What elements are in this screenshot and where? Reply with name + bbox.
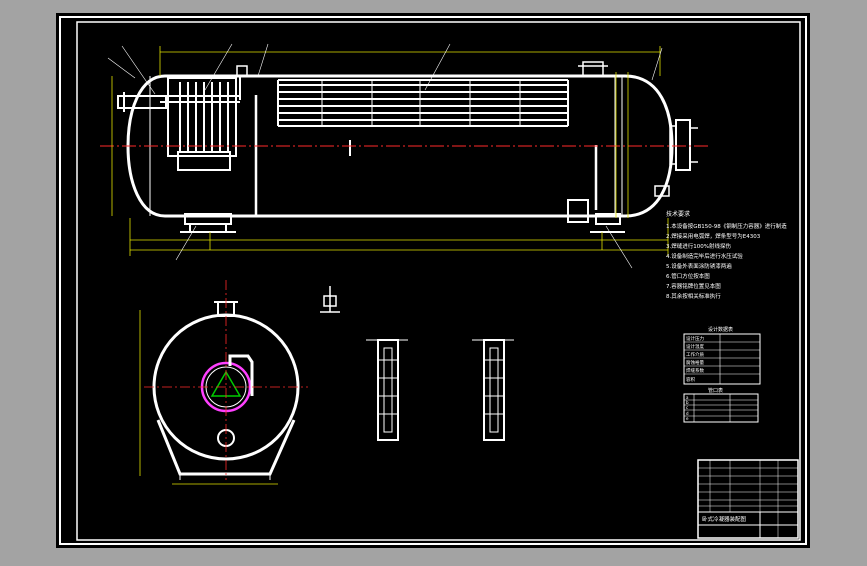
design-data-row: 容积 — [686, 376, 695, 383]
design-data-row: 焊缝系数 — [686, 367, 704, 374]
tech-req-line: 5.设备外表面涂防锈漆两遍 — [666, 262, 732, 270]
design-data-row: 工作介质 — [686, 351, 704, 358]
tech-req-line: 6.管口方位按本图 — [666, 272, 710, 280]
design-data-row: 腐蚀裕量 — [686, 359, 704, 366]
tech-req-line: 3.焊缝进行100%射线探伤 — [666, 242, 731, 250]
nozzle-table-title: 管口表 — [708, 387, 723, 394]
design-data-title: 设计数据表 — [708, 326, 733, 333]
tech-req-line: 4.设备制造完毕后进行水压试验 — [666, 252, 743, 260]
drawing-name: 卧式冷凝器装配图 — [702, 515, 747, 523]
tech-req-line: 2.焊接采用电弧焊，焊条型号为E4303 — [666, 232, 761, 240]
tech-req-line: 1.本设备按GB150-98《钢制压力容器》进行制造 — [666, 222, 787, 230]
cad-drawing: 技术要求 1.本设备按GB150-98《钢制压力容器》进行制造 2.焊接采用电弧… — [56, 13, 810, 548]
design-data-row: 设计温度 — [686, 343, 704, 350]
drawing-sheet — [56, 13, 810, 548]
tech-req-line: 7.容器铭牌位置见本图 — [666, 282, 721, 290]
nozzle-row: c — [686, 405, 688, 410]
design-data-row: 设计压力 — [686, 335, 704, 342]
cad-viewport: 技术要求 1.本设备按GB150-98《钢制压力容器》进行制造 2.焊接采用电弧… — [0, 0, 867, 562]
tech-req-title: 技术要求 — [666, 210, 690, 218]
tech-req-line: 8.其余按相关标准执行 — [666, 292, 721, 300]
